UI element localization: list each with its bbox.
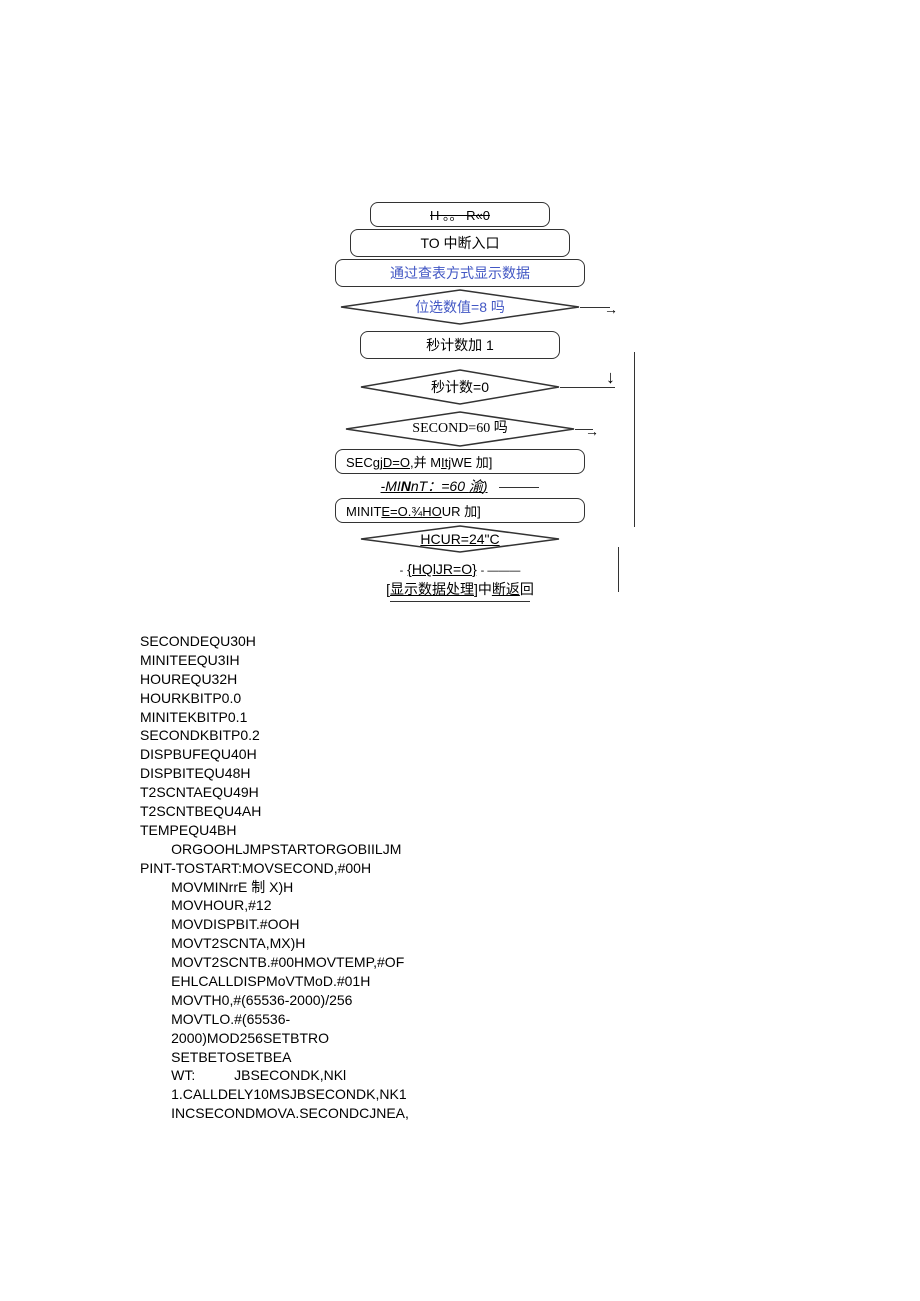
code-line: 2000)MOD256SETBTRO [140,1029,780,1048]
code-line: INCSECONDMOVA.SECONDCJNEA, [140,1104,780,1123]
branch-line-1 [634,352,635,527]
code-line: MINITEEQU3IH [140,651,780,670]
branch-line-2 [618,547,619,592]
arrow-right-icon: → [604,301,618,317]
code-line: MOVHOUR,#12 [140,896,780,915]
flow-node-4: 秒计数加 1 [360,331,560,359]
flow-n3-text: 通过查表方式显示数据 [390,265,530,281]
flow-node-3: 通过查表方式显示数据 [335,259,585,287]
flow-decision-mid: 秒计数=0 ↓ [360,369,560,405]
code-line: MINITEKBITP0.1 [140,708,780,727]
flow-n9-text: HCUR=24"C [360,525,560,553]
code-line: SETBETOSETBEA [140,1048,780,1067]
arrow-right-icon-2: → [585,423,599,439]
code-line: MOVDISPBIT.#OOH [140,915,780,934]
code-line: TEMPEQU4BH [140,821,780,840]
flow-n7-text: -MINnT：=60 渝) [381,478,488,494]
code-line: WT: JBSECONDK,NKl [140,1066,780,1085]
flow-n10-text: {HQlJR=O} [407,561,477,577]
code-line: MOVMINrrE 制 X)H [140,878,780,897]
page-root: { "flow": { "n1": "H 。。 R«0", "n2": "TO … [0,0,920,1183]
flow-node-6: SECgjD=O,并 MItjWE 加] [335,449,585,474]
flow-node-8: MINITE=O.¾HOUR 加] [335,498,585,523]
code-line: T2SCNTAEQU49H [140,783,780,802]
code-line: SECONDKBITP0.2 [140,726,780,745]
flow-node-2: TO 中断入口 [350,229,570,257]
flow-decision-2: SECOND=60 吗 → [345,411,575,447]
flow-n4-text: 秒计数加 1 [426,337,494,353]
bottom-rule [390,601,530,602]
flowchart-container: H 。。 R«0 TO 中断入口 通过查表方式显示数据 位选数值=8 吗 → 秒… [315,202,605,602]
flow-decision-1: 位选数值=8 吗 → [340,289,580,325]
code-line: DISPBUFEQU40H [140,745,780,764]
code-line: MOVT2SCNTA,MX)H [140,934,780,953]
code-line: HOUREQU32H [140,670,780,689]
flow-n2-text: TO 中断入口 [420,235,499,251]
code-line: ORGOOHLJMPSTARTORGOBIILJM [140,840,780,859]
flow-node-7: -MINnT：=60 渝) [315,476,605,496]
flow-n6-text: SECgjD=O,并 MItjWE 加] [346,455,492,470]
flow-n11-text: [显示数据处理]中断返回 [386,581,534,597]
code-line: SECONDEQU30H [140,632,780,651]
flow-n1-text: H 。。 R«0 [430,208,490,223]
code-line: T2SCNTBEQU4AH [140,802,780,821]
flow-d1-text: 位选数值=8 吗 [340,289,580,325]
code-line: MOVT2SCNTB.#00HMOVTEMP,#OF [140,953,780,972]
flow-node-10: - {HQlJR=O} - ——— [315,561,605,577]
code-line: PINT-TOSTART:MOVSECOND,#00H [140,859,780,878]
code-line: MOVTH0,#(65536-2000)/256 [140,991,780,1010]
flow-node-1: H 。。 R«0 [370,202,550,227]
code-line: MOVTLO.#(65536- [140,1010,780,1029]
flow-d2-text: SECOND=60 吗 [345,411,575,447]
code-line: HOURKBITP0.0 [140,689,780,708]
code-line: EHLCALLDISPMoVTMoD.#01H [140,972,780,991]
code-line: 1.CALLDELY10MSJBSECONDK,NK1 [140,1085,780,1104]
flow-decision-3: HCUR=24"C [360,525,560,553]
code-block: SECONDEQU30H MINITEEQU3IH HOUREQU32H HOU… [140,632,780,1123]
arrow-down-icon: ↓ [606,367,615,388]
flow-n8-text: MINITE=O.¾HOUR 加] [346,504,481,519]
code-line: DISPBITEQU48H [140,764,780,783]
flow-n5-text: 秒计数=0 [360,369,560,405]
flow-node-11: [显示数据处理]中断返回 [315,579,605,599]
